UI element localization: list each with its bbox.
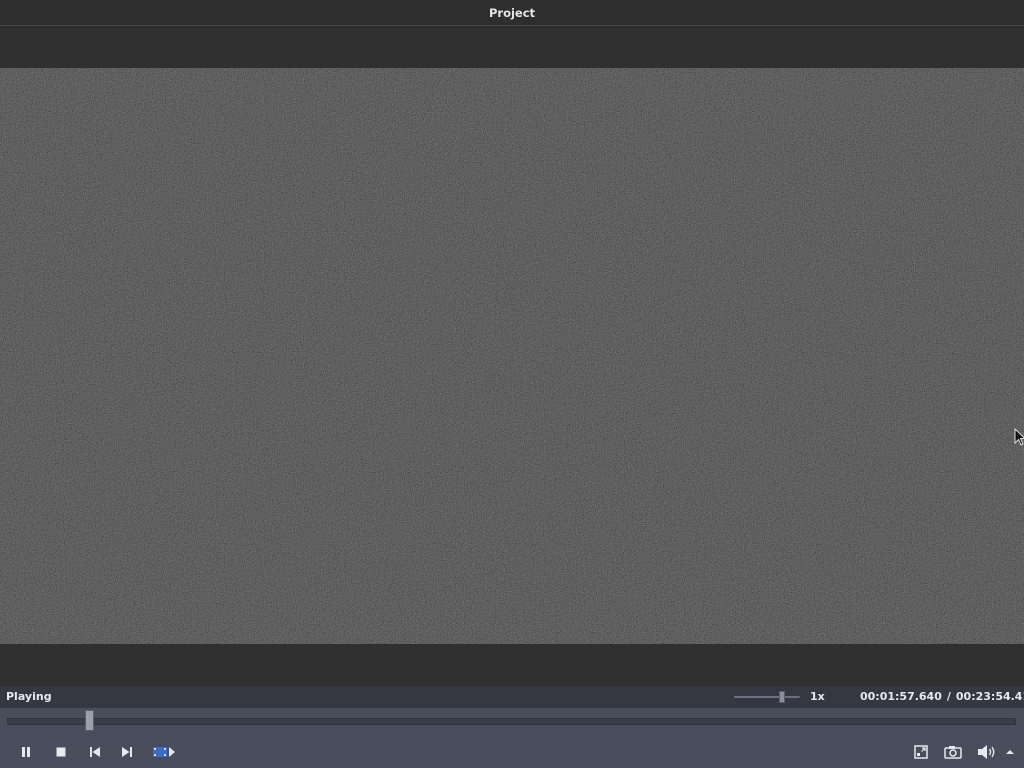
total-time: 00:23:54.412: [955, 690, 1024, 703]
current-time: 00:01:57.640: [860, 690, 942, 703]
status-bar: Playing 1x 00:01:57.640 / 00:23:54.412: [0, 686, 1024, 708]
toolbar-area: [0, 27, 1024, 68]
playback-speed-label: 1x: [810, 690, 825, 703]
skip-back-icon: [90, 747, 100, 757]
stop-button[interactable]: [51, 742, 71, 762]
frame-step-button[interactable]: [150, 742, 178, 762]
mouse-cursor-icon: [1014, 427, 1024, 446]
playback-status: Playing: [6, 690, 52, 703]
seek-thumb[interactable]: [85, 710, 95, 731]
stop-icon: [56, 747, 66, 757]
frame-advance-icon: [153, 747, 175, 757]
volume-menu-button[interactable]: [1003, 742, 1017, 762]
next-button[interactable]: [117, 742, 137, 762]
media-player-window: Project Playing 1x 00:01:57.640 / 00:23:…: [0, 0, 1024, 768]
video-noise: [0, 68, 1024, 644]
speed-slider-thumb[interactable]: [778, 691, 785, 703]
control-bar: [0, 736, 1024, 768]
fullscreen-button[interactable]: [911, 742, 931, 762]
time-display: 00:01:57.640 / 00:23:54.412: [860, 690, 1024, 703]
skip-forward-icon: [122, 747, 132, 757]
pause-icon: [22, 747, 30, 757]
pause-button[interactable]: [16, 742, 36, 762]
window-title: Project: [488, 5, 536, 20]
camera-icon: [944, 746, 962, 759]
title-bar: Project: [0, 0, 1024, 26]
seek-bar[interactable]: [0, 708, 1024, 736]
video-display[interactable]: [0, 68, 1024, 644]
time-separator: /: [946, 690, 951, 703]
triangle-up-icon: [1006, 750, 1014, 754]
speaker-icon: [978, 745, 995, 759]
fullscreen-icon: [914, 745, 928, 759]
snapshot-button[interactable]: [942, 742, 964, 762]
video-bottom-pad: [0, 644, 1024, 686]
playback-speed-slider[interactable]: [734, 691, 800, 703]
volume-button[interactable]: [975, 742, 999, 762]
previous-button[interactable]: [85, 742, 105, 762]
speed-slider-track: [734, 696, 800, 698]
seek-track[interactable]: [7, 718, 1016, 725]
